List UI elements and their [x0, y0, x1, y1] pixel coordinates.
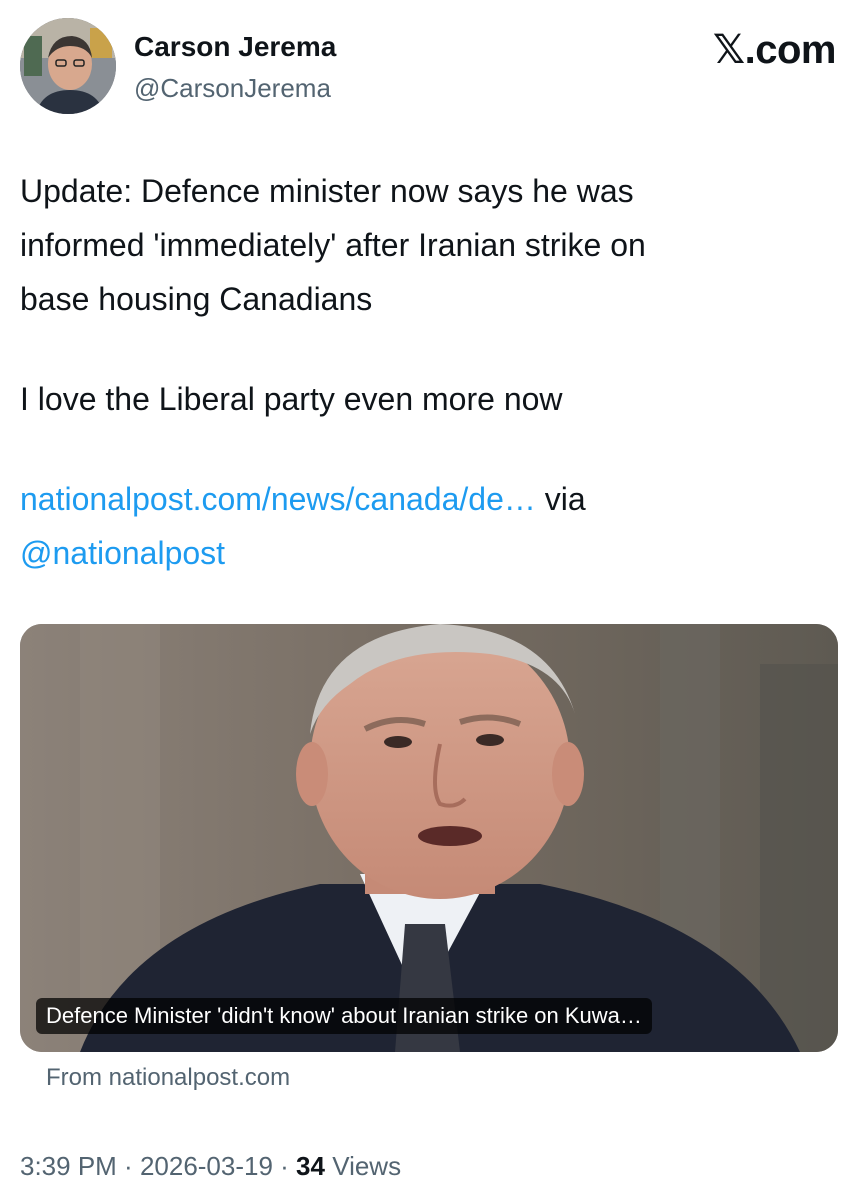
meta-separator: · — [116, 1151, 140, 1181]
tweet-time[interactable]: 3:39 PM — [20, 1151, 117, 1181]
views-label: Views — [324, 1151, 402, 1181]
tweet-line: I love the Liberal party even more now — [20, 381, 563, 417]
views-count: 34 — [296, 1151, 325, 1181]
link-preview-card[interactable]: Defence Minister 'didn't know' about Ira… — [20, 624, 838, 1052]
card-source: From nationalpost.com — [46, 1064, 291, 1091]
tweet-header: Carson Jerema @CarsonJerema 𝕏.com — [20, 18, 838, 118]
profile-photo-icon — [20, 18, 116, 114]
author-avatar[interactable] — [20, 18, 116, 114]
author-name[interactable]: Carson Jerema — [134, 30, 336, 64]
article-link[interactable]: nationalpost.com/news/canada/de… — [20, 481, 536, 517]
tweet-line: informed 'immediately' after Iranian str… — [20, 227, 646, 263]
tweet-link-line: nationalpost.com/news/canada/de… via — [20, 472, 838, 526]
article-photo — [20, 624, 838, 1052]
mention-link[interactable]: @nationalpost — [20, 535, 225, 571]
via-text: via — [535, 481, 586, 517]
meta-separator: · — [272, 1151, 297, 1181]
x-logo-icon: 𝕏 — [712, 27, 745, 73]
brand-domain: .com — [744, 28, 837, 72]
author-handle[interactable]: @CarsonJerema — [134, 72, 331, 104]
card-title[interactable]: Defence Minister 'didn't know' about Ira… — [36, 998, 652, 1034]
tweet-line: base housing Canadians — [20, 281, 373, 317]
tweet-meta: 3:39 PM · 2026-03-19 · 34 Views — [20, 1148, 401, 1184]
mention-line: @nationalpost — [20, 526, 838, 580]
tweet-date[interactable]: 2026-03-19 — [140, 1151, 273, 1181]
tweet-line: Update: Defence minister now says he was — [20, 173, 634, 209]
brand-logo: 𝕏.com — [712, 26, 837, 74]
tweet-body: Update: Defence minister now says he was… — [20, 164, 838, 580]
